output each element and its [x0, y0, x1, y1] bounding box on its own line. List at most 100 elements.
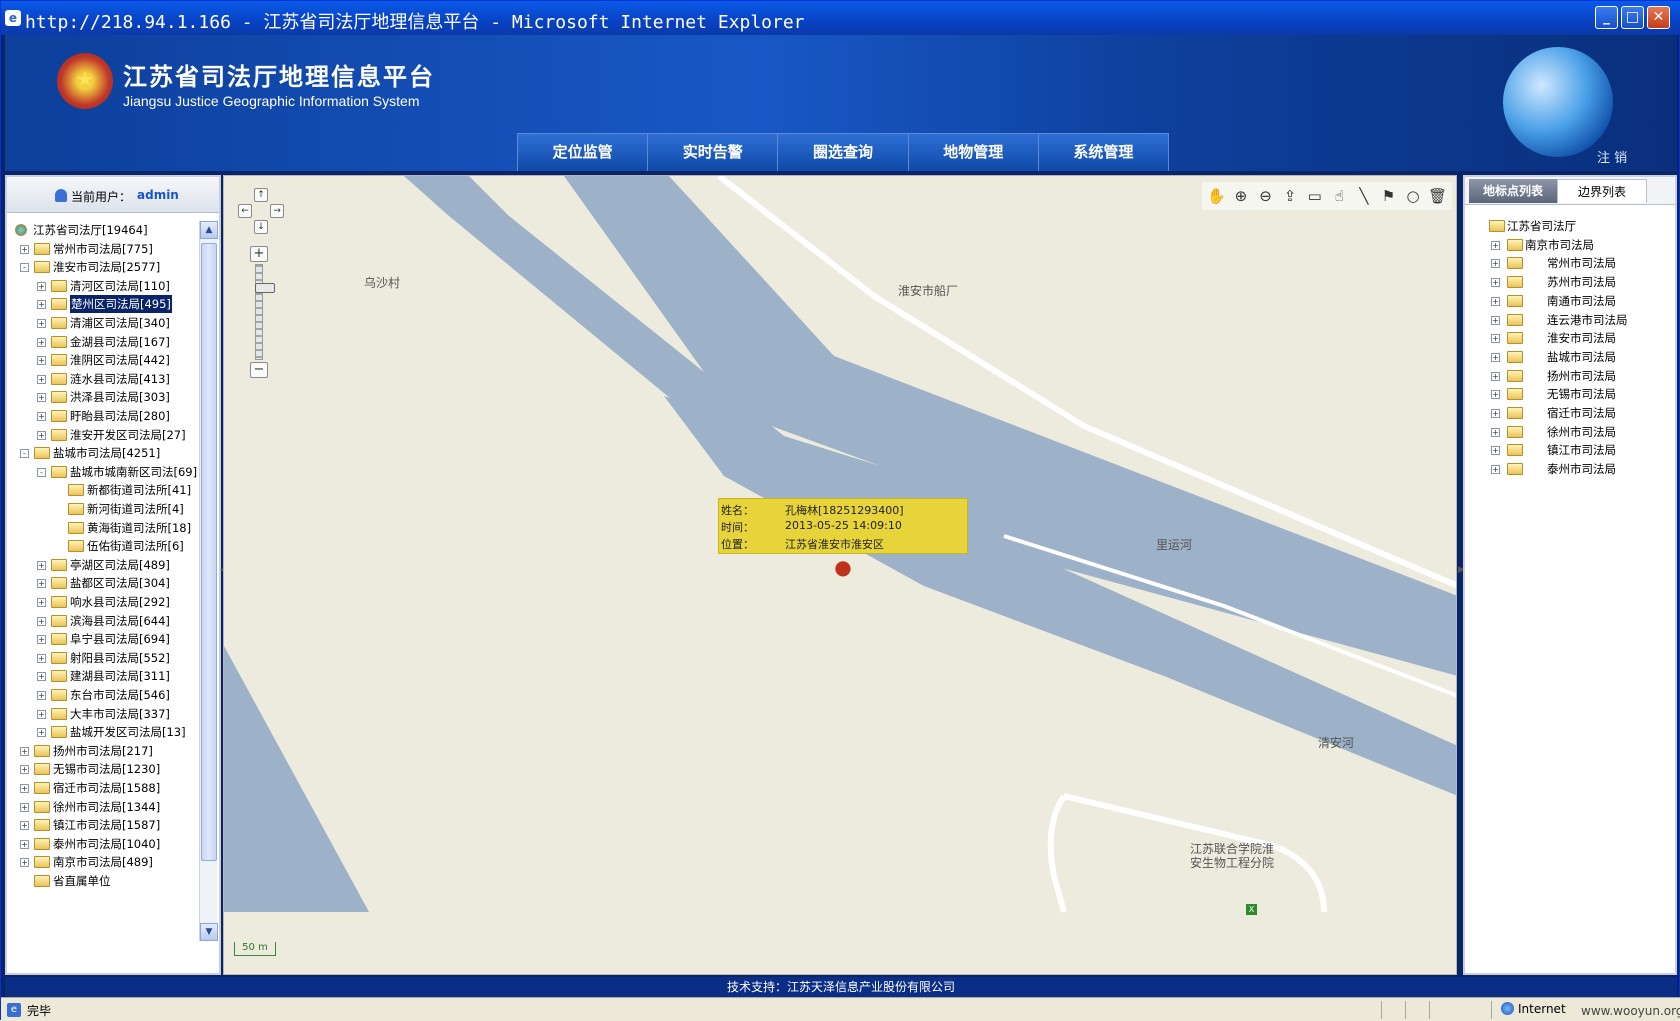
tree-node-label[interactable]: 盐城开发区司法局[13] [70, 723, 186, 741]
tree-node-label[interactable]: 无锡市司法局[1230] [53, 760, 160, 778]
tree-node-label[interactable]: 滨海县司法局[644] [70, 612, 170, 630]
expand-icon[interactable]: + [37, 598, 46, 607]
expand-icon[interactable]: + [20, 802, 29, 812]
tree-node-label[interactable]: 大丰市司法局[337] [70, 705, 170, 723]
expand-icon[interactable]: + [1491, 259, 1500, 269]
circle-icon[interactable]: ○ [1403, 185, 1424, 207]
expand-icon[interactable]: + [37, 374, 46, 384]
pan-icon[interactable]: ✋ [1206, 185, 1227, 207]
expand-icon[interactable]: + [37, 356, 46, 366]
expand-icon[interactable]: + [1491, 334, 1500, 344]
zoom-out-button[interactable]: − [250, 362, 268, 378]
landmark-tree-label[interactable]: 南通市司法局 [1547, 292, 1616, 310]
expand-icon[interactable]: + [37, 653, 46, 663]
tree-node-label[interactable]: 泰州市司法局[1040] [53, 835, 160, 853]
expand-icon[interactable]: + [37, 430, 46, 440]
landmark-tree-label[interactable]: 扬州市司法局 [1547, 367, 1616, 385]
collapse-icon[interactable]: - [20, 263, 29, 273]
tree-node-label[interactable]: 新都街道司法所[41] [87, 481, 191, 499]
landmark-tree-label[interactable]: 淮安市司法局 [1547, 329, 1616, 347]
expand-icon[interactable]: + [1491, 390, 1500, 400]
zoom-slider-knob[interactable] [255, 283, 275, 293]
tree-node-label[interactable]: 清河区司法局[110] [70, 277, 170, 295]
pan-up-icon[interactable]: ↑ [254, 188, 268, 202]
tab-landmark-list[interactable]: 地标点列表 [1469, 179, 1557, 203]
minimize-button[interactable]: _ [1595, 6, 1618, 29]
nav-area-query[interactable]: 圈选查询 [778, 134, 909, 171]
expand-icon[interactable]: + [20, 821, 29, 831]
zoom-in-icon[interactable]: ⊕ [1231, 185, 1252, 207]
expand-icon[interactable]: + [37, 616, 46, 626]
line-icon[interactable]: ╲ [1354, 185, 1375, 207]
tree-node-label[interactable]: 金湖县司法局[167] [70, 333, 170, 351]
logout-link[interactable]: 注 销 [1597, 147, 1627, 166]
nav-realtime-alarm[interactable]: 实时告警 [648, 134, 779, 171]
tree-node-label[interactable]: 伍佑街道司法所[6] [87, 537, 184, 555]
zoom-out-icon[interactable]: ⊖ [1255, 185, 1276, 207]
landmark-tree-label[interactable]: 常州市司法局 [1547, 254, 1616, 272]
landmark-tree-label[interactable]: 苏州市司法局 [1547, 273, 1616, 291]
flag-icon[interactable]: ⚑ [1378, 185, 1399, 207]
zoom-in-button[interactable]: + [250, 246, 268, 262]
tree-node-label[interactable]: 南京市司法局[489] [53, 853, 153, 871]
tree-scrollbar[interactable]: ▲ ▼ [199, 221, 218, 941]
pan-down-icon[interactable]: ↓ [254, 220, 268, 234]
close-button[interactable]: ✕ [1647, 6, 1670, 29]
tree-node-label[interactable]: 江苏省司法厅[19464] [33, 221, 148, 239]
tree-node-label[interactable]: 楚州区司法局[495] [70, 295, 172, 314]
expand-icon[interactable]: + [1491, 465, 1500, 475]
expand-icon[interactable]: + [37, 412, 46, 421]
collapse-icon[interactable]: - [20, 449, 29, 459]
nav-location-monitor[interactable]: 定位监管 [518, 134, 649, 171]
tree-node-label[interactable]: 常州市司法局[775] [53, 240, 153, 258]
expand-icon[interactable]: + [37, 393, 46, 403]
nav-system-manage[interactable]: 系统管理 [1039, 134, 1168, 171]
tree-node-label[interactable]: 射阳县司法局[552] [70, 649, 170, 667]
expand-icon[interactable]: + [1491, 240, 1500, 250]
expand-icon[interactable]: + [37, 560, 46, 570]
tree-node-label[interactable]: 淮安市司法局[2577] [53, 258, 160, 276]
landmark-tree-label[interactable]: 江苏省司法厅 [1507, 217, 1576, 235]
measure-icon[interactable]: ▭ [1304, 185, 1325, 207]
expand-icon[interactable]: + [1491, 352, 1500, 362]
expand-icon[interactable]: + [20, 839, 29, 849]
tree-node-label[interactable]: 镇江市司法局[1587] [53, 816, 160, 834]
expand-icon[interactable]: + [1491, 278, 1500, 288]
tree-node-label[interactable]: 盐都区司法局[304] [70, 574, 170, 592]
expand-icon[interactable]: + [37, 691, 46, 700]
landmark-tree-label[interactable]: 宿迁市司法局 [1547, 404, 1616, 422]
expand-icon[interactable]: + [37, 709, 46, 719]
expand-icon[interactable]: + [37, 672, 46, 682]
landmark-tree-label[interactable]: 盐城市司法局 [1547, 348, 1616, 366]
scroll-thumb[interactable] [201, 243, 217, 861]
tree-node-label[interactable]: 盐城市司法局[4251] [53, 444, 160, 462]
tree-node-label[interactable]: 黄海街道司法所[18] [87, 519, 191, 537]
landmark-tree-label[interactable]: 徐州市司法局 [1547, 423, 1616, 441]
expand-icon[interactable]: + [37, 728, 46, 738]
tree-node-label[interactable]: 涟水县司法局[413] [70, 370, 170, 388]
tree-node-label[interactable]: 徐州市司法局[1344] [53, 798, 160, 816]
pan-right-icon[interactable]: → [270, 204, 284, 218]
full-extent-icon[interactable]: ⇪ [1280, 185, 1301, 207]
expand-icon[interactable]: + [1491, 409, 1500, 418]
scroll-down-arrow-icon[interactable]: ▼ [200, 923, 218, 941]
tree-node-label[interactable]: 响水县司法局[292] [70, 593, 170, 611]
landmark-tree-label[interactable]: 连云港市司法局 [1547, 311, 1628, 329]
expand-icon[interactable]: + [20, 244, 29, 254]
select-icon[interactable]: ☝ [1329, 185, 1350, 207]
expand-icon[interactable]: + [1491, 427, 1500, 437]
landmark-tree-label[interactable]: 无锡市司法局 [1547, 385, 1616, 403]
tree-node-label[interactable]: 亭湖区司法局[489] [70, 556, 170, 574]
expand-icon[interactable]: + [20, 746, 29, 756]
expand-icon[interactable]: + [1491, 371, 1500, 381]
landmark-tree-label[interactable]: 南京市司法局 [1525, 236, 1594, 254]
tree-node-label[interactable]: 清浦区司法局[340] [70, 314, 170, 332]
expand-icon[interactable]: + [37, 319, 46, 328]
tree-node-label[interactable]: 淮阴区司法局[442] [70, 351, 170, 369]
tree-node-label[interactable]: 淮安开发区司法局[27] [70, 426, 186, 444]
zoom-slider[interactable] [255, 264, 275, 360]
expand-icon[interactable]: + [1491, 315, 1500, 325]
expand-icon[interactable]: + [20, 784, 29, 793]
expand-icon[interactable]: + [37, 300, 46, 310]
tree-node-label[interactable]: 建湖县司法局[311] [70, 667, 170, 685]
